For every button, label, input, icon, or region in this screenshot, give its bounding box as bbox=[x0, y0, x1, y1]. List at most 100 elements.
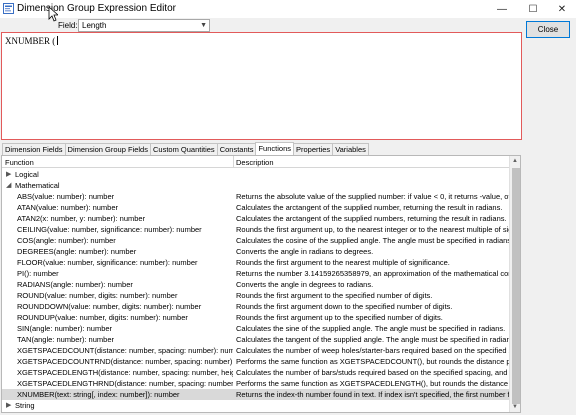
function-signature: ROUNDUP(value: number, digits: number): … bbox=[17, 313, 188, 322]
function-description: Calculates the arctangent of the supplie… bbox=[236, 214, 507, 223]
function-description: Calculates the tangent of the supplied a… bbox=[236, 335, 509, 344]
minimize-button[interactable]: — bbox=[487, 0, 517, 18]
function-description: Performs the same function as XGETSPACED… bbox=[236, 379, 509, 388]
function-signature: ATAN(value: number): number bbox=[17, 203, 119, 212]
function-row[interactable]: XNUMBER(text: string[, index: number]): … bbox=[2, 389, 509, 400]
function-description: Rounds the first argument to the nearest… bbox=[236, 258, 450, 267]
function-description: Returns the absolute value of the suppli… bbox=[236, 192, 509, 201]
functions-grid: Function Description ▶ Logical ◢ Mathema… bbox=[1, 155, 521, 413]
function-description: Calculates the arctangent of the supplie… bbox=[236, 203, 503, 212]
function-row[interactable]: XGETSPACEDCOUNT(distance: number, spacin… bbox=[2, 345, 509, 356]
function-row[interactable]: RADIANS(angle: number): number Converts t… bbox=[2, 279, 509, 290]
function-description: Rounds the first argument up, to the nea… bbox=[236, 225, 509, 234]
function-description: Rounds the first argument to the specifi… bbox=[236, 291, 433, 300]
function-description: Converts the angle in degrees to radians… bbox=[236, 280, 374, 289]
maximize-button[interactable]: ☐ bbox=[518, 0, 548, 18]
function-description: Calculates the number of weep holes/star… bbox=[236, 346, 509, 355]
function-signature: TAN(angle: number): number bbox=[17, 335, 114, 344]
chevron-down-icon: ▼ bbox=[200, 22, 207, 29]
function-description: Calculates the sine of the supplied angl… bbox=[236, 324, 506, 333]
scrollbar-thumb[interactable] bbox=[512, 168, 520, 404]
expression-text: XNUMBER ( bbox=[5, 36, 56, 46]
vertical-scrollbar[interactable]: ▲ ▼ bbox=[509, 156, 520, 412]
column-header-function[interactable]: Function bbox=[5, 158, 34, 167]
function-signature: COS(angle: number): number bbox=[17, 236, 116, 245]
field-label: Field: bbox=[58, 21, 78, 30]
app-icon bbox=[3, 3, 14, 14]
mouse-cursor-icon bbox=[48, 6, 58, 22]
tab-constants[interactable]: Constants bbox=[216, 143, 257, 155]
function-signature: RADIANS(angle: number): number bbox=[17, 280, 133, 289]
function-signature: ABS(value: number): number bbox=[17, 192, 115, 201]
function-signature: PI(): number bbox=[17, 269, 59, 278]
tab-variables[interactable]: Variables bbox=[332, 143, 369, 155]
function-row[interactable]: SIN(angle: number): number Calculates the… bbox=[2, 323, 509, 334]
function-row[interactable]: XGETSPACEDLENGTHRND(distance: number, sp… bbox=[2, 378, 509, 389]
expand-icon[interactable]: ▶ bbox=[6, 170, 11, 178]
window-title: Dimension Group Expression Editor bbox=[17, 3, 176, 14]
expression-editor[interactable]: XNUMBER ( bbox=[1, 32, 522, 140]
function-description: Rounds the first argument up to the spec… bbox=[236, 313, 443, 322]
function-signature: ROUNDDOWN(value: number, digits: number)… bbox=[17, 302, 202, 311]
group-label: Logical bbox=[15, 170, 39, 179]
title-bar: Dimension Group Expression Editor — ☐ ✕ bbox=[0, 0, 576, 18]
expression-text-line: XNUMBER ( bbox=[5, 36, 59, 46]
function-signature: ROUND(value: number, digits: number): nu… bbox=[17, 291, 178, 300]
expression-editor-window: Dimension Group Expression Editor — ☐ ✕ … bbox=[0, 0, 576, 415]
text-caret bbox=[57, 36, 59, 45]
tab-dimension-fields[interactable]: Dimension Fields bbox=[2, 143, 66, 155]
close-button[interactable]: Close bbox=[526, 21, 570, 38]
function-row[interactable]: ROUNDUP(value: number, digits: number): … bbox=[2, 312, 509, 323]
function-row[interactable]: CEILING(value: number, significance: num… bbox=[2, 224, 509, 235]
function-description: Rounds the first argument down to the sp… bbox=[236, 302, 453, 311]
function-description: Calculates the number of bars/studs requ… bbox=[236, 368, 509, 377]
function-row[interactable]: COS(angle: number): number Calculates the… bbox=[2, 235, 509, 246]
column-divider[interactable] bbox=[233, 156, 234, 168]
column-header-description[interactable]: Description bbox=[236, 158, 274, 167]
function-row[interactable]: ROUNDDOWN(value: number, digits: number)… bbox=[2, 301, 509, 312]
group-row-logical[interactable]: ▶ Logical bbox=[2, 169, 509, 180]
function-signature: CEILING(value: number, significance: num… bbox=[17, 225, 202, 234]
scroll-up-icon[interactable]: ▲ bbox=[512, 158, 518, 164]
function-signature: DEGREES(angle: number): number bbox=[17, 247, 137, 256]
function-signature: ATAN2(x: number, y: number): number bbox=[17, 214, 146, 223]
collapse-icon[interactable]: ◢ bbox=[6, 181, 11, 189]
group-row-string[interactable]: ▶ String bbox=[2, 400, 509, 411]
function-row[interactable]: ATAN2(x: number, y: number): number Calcu… bbox=[2, 213, 509, 224]
field-dropdown-value: Length bbox=[82, 21, 107, 30]
expand-icon[interactable]: ▶ bbox=[6, 401, 11, 409]
function-description: Returns the number 3.14159265358979, an … bbox=[236, 269, 509, 278]
function-description: Performs the same function as XGETSPACED… bbox=[236, 357, 509, 366]
function-signature: XGETSPACEDLENGTH(distance: number, spaci… bbox=[17, 368, 233, 377]
group-row-mathematical[interactable]: ◢ Mathematical bbox=[2, 180, 509, 191]
grid-header: Function Description bbox=[2, 156, 509, 168]
function-signature: SIN(angle: number): number bbox=[17, 324, 113, 333]
function-row[interactable]: PI(): number Returns the number 3.1415926… bbox=[2, 268, 509, 279]
function-description: Returns the index-th number found in tex… bbox=[236, 390, 509, 399]
tab-functions[interactable]: Functions bbox=[255, 142, 294, 155]
tab-custom-quantities[interactable]: Custom Quantities bbox=[149, 143, 218, 155]
window-close-button[interactable]: ✕ bbox=[547, 0, 576, 18]
tab-properties[interactable]: Properties bbox=[293, 143, 334, 155]
function-row[interactable]: ROUND(value: number, digits: number): nu… bbox=[2, 290, 509, 301]
field-dropdown[interactable]: Length ▼ bbox=[78, 19, 210, 32]
function-description: Calculates the cosine of the supplied an… bbox=[236, 236, 509, 245]
function-row[interactable]: XGETSPACEDLENGTH(distance: number, spaci… bbox=[2, 367, 509, 378]
scroll-down-icon[interactable]: ▼ bbox=[512, 404, 518, 410]
function-signature: XGETSPACEDCOUNTRND(distance: number, spa… bbox=[17, 357, 233, 366]
tab-dimension-group-fields[interactable]: Dimension Group Fields bbox=[64, 143, 151, 155]
function-row[interactable]: TAN(angle: number): number Calculates the… bbox=[2, 334, 509, 345]
function-signature: XGETSPACEDLENGTHRND(distance: number, sp… bbox=[17, 379, 233, 388]
function-row[interactable]: ABS(value: number): number Returns the ab… bbox=[2, 191, 509, 202]
function-signature: FLOOR(value: number, significance: numbe… bbox=[17, 258, 198, 267]
function-signature: XGETSPACEDCOUNT(distance: number, spacin… bbox=[17, 346, 233, 355]
function-row[interactable]: XGETSPACEDCOUNTRND(distance: number, spa… bbox=[2, 356, 509, 367]
function-description: Converts the angle in radians to degrees… bbox=[236, 247, 374, 256]
group-label: Mathematical bbox=[15, 181, 60, 190]
function-row[interactable]: ATAN(value: number): number Calculates th… bbox=[2, 202, 509, 213]
function-row[interactable]: DEGREES(angle: number): number Converts t… bbox=[2, 246, 509, 257]
function-signature: XNUMBER(text: string[, index: number]): … bbox=[17, 390, 180, 399]
tab-strip: Dimension Fields Dimension Group Fields … bbox=[2, 142, 369, 155]
function-row[interactable]: FLOOR(value: number, significance: numbe… bbox=[2, 257, 509, 268]
group-label: String bbox=[15, 401, 35, 410]
